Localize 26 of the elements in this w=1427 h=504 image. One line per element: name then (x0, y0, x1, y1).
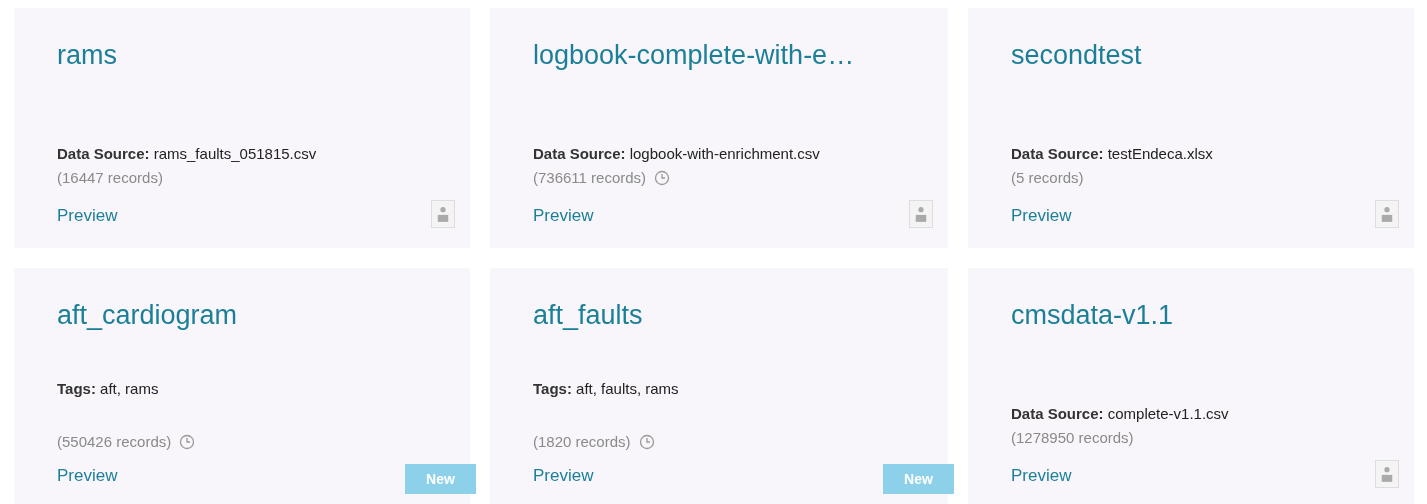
preview-link[interactable]: Preview (1011, 204, 1072, 228)
dataset-title[interactable]: rams (57, 38, 117, 72)
record-count: (736611 records) (533, 168, 647, 188)
dataset-title[interactable]: cmsdata-v1.1 (1011, 298, 1174, 332)
dataset-title[interactable]: secondtest (1011, 38, 1142, 72)
record-count: (5 records) (1011, 168, 1084, 188)
data-source-line: Data Source: complete-v1.1.csv (1011, 404, 1229, 424)
new-badge: New (883, 464, 954, 494)
record-count: (1278950 records) (1011, 428, 1134, 448)
data-source-line: Data Source: logbook-with-enrichment.csv (533, 144, 820, 164)
tags-line: Tags: aft, rams (57, 379, 159, 399)
record-count: (550426 records) (57, 432, 172, 452)
dataset-title[interactable]: aft_cardiogram (57, 298, 238, 332)
record-count: (16447 records) (57, 168, 163, 188)
tags-line: Tags: aft, faults, rams (533, 379, 679, 399)
preview-link[interactable]: Preview (57, 204, 118, 228)
data-source-line: Data Source: rams_faults_051815.csv (57, 144, 317, 164)
preview-link[interactable]: Preview (533, 204, 594, 228)
dataset-title[interactable]: aft_faults (533, 298, 643, 332)
new-badge: New (405, 464, 476, 494)
record-count: (1820 records) (533, 432, 631, 452)
preview-link[interactable]: Preview (1011, 464, 1072, 488)
data-source-line: Data Source: testEndeca.xlsx (1011, 144, 1213, 164)
dataset-title[interactable]: logbook-complete-with-e… (533, 38, 855, 72)
preview-link[interactable]: Preview (57, 464, 118, 488)
preview-link[interactable]: Preview (533, 464, 594, 488)
